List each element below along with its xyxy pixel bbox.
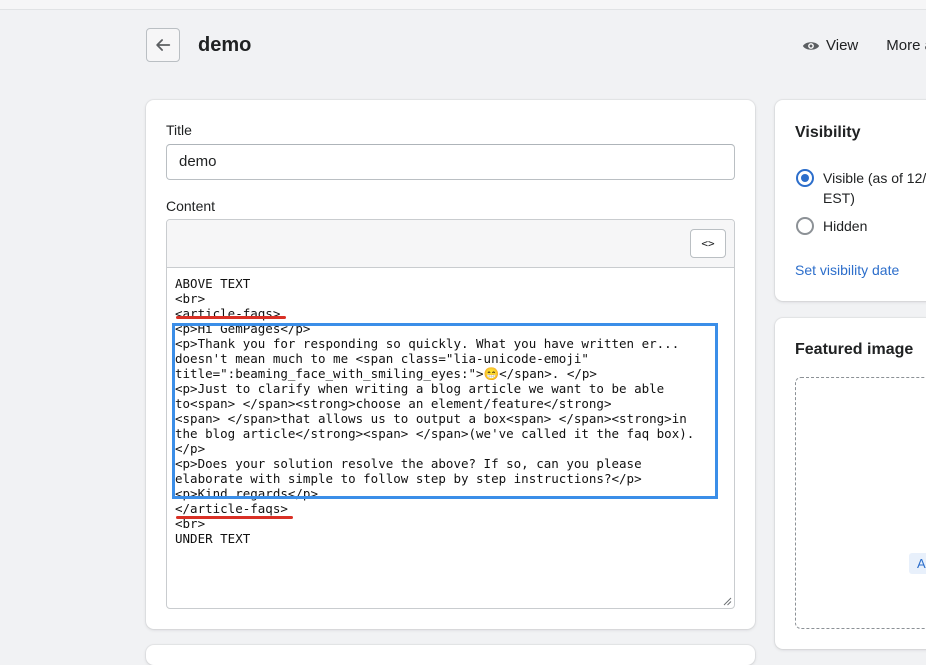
hidden-radio-label: Hidden	[823, 218, 868, 234]
editor-toolbar: <>	[167, 220, 734, 268]
page-title: demo	[198, 34, 252, 56]
title-input[interactable]: demo	[166, 144, 735, 180]
view-label: View	[826, 37, 859, 54]
hidden-radio[interactable]	[796, 217, 814, 235]
featured-image-card: Featured image Add i	[775, 318, 926, 649]
content-editor: <> ABOVE TEXT <br> <article-faqs> <p>Hi Gem…	[166, 219, 735, 609]
code-line: title=":beaming_face_with_smiling_eyes:"…	[175, 366, 597, 381]
featured-image-title: Featured image	[795, 341, 914, 358]
code-line: <p>Does your solution resolve the above?…	[175, 456, 642, 471]
code-line: <span> </span>that allows us to output a…	[175, 411, 687, 426]
visibility-title: Visibility	[795, 124, 861, 141]
code-line: <p>Kind regards</p>	[175, 486, 318, 501]
visible-radio-label-line1: Visible (as of 12/	[823, 170, 926, 186]
image-dropzone[interactable]: Add i	[795, 377, 926, 629]
code-line: <p>Hi GemPages</p>	[175, 321, 311, 336]
code-line: <p>Thank you for responding so quickly. …	[175, 336, 680, 351]
annotation-underline-open	[176, 316, 286, 319]
code-line: doesn't mean much to me <span class="lia…	[175, 351, 589, 366]
view-button[interactable]: View	[802, 37, 858, 54]
article-form-card: Title demo Content <> ABOVE TEXT <br> <art…	[146, 100, 755, 629]
eye-icon	[802, 41, 820, 50]
title-label: Title	[166, 122, 192, 138]
code-line: </article-faqs>	[175, 501, 288, 516]
back-button[interactable]	[146, 28, 180, 62]
content-label: Content	[166, 198, 216, 214]
code-line: the blog article</strong><span> </span>(…	[175, 426, 695, 441]
top-bar	[0, 0, 926, 10]
code-line: <br>	[175, 291, 206, 306]
visible-radio-label-line2: EST)	[823, 190, 855, 206]
header-actions: View More a	[802, 37, 926, 54]
code-line: </p>	[175, 441, 206, 456]
resize-handle-icon[interactable]	[723, 597, 732, 606]
code-line: to<span> </span><strong>choose an elemen…	[175, 396, 612, 411]
add-image-button[interactable]: Add i	[909, 553, 926, 574]
code-line: UNDER TEXT	[175, 531, 251, 546]
visibility-card: Visibility Visible (as of 12/ EST) Hidde…	[775, 100, 926, 301]
html-code-textarea[interactable]: ABOVE TEXT <br> <article-faqs> <p>Hi GemPag…	[175, 276, 724, 608]
arrow-left-icon	[156, 39, 171, 51]
set-visibility-date-link[interactable]: Set visibility date	[795, 262, 899, 278]
code-line: <p>Just to clarify when writing a blog a…	[175, 381, 665, 396]
code-line: ABOVE TEXT	[175, 276, 251, 291]
show-html-button[interactable]: <>	[690, 229, 726, 258]
next-card	[146, 645, 755, 665]
more-actions-button[interactable]: More a	[886, 37, 926, 54]
annotation-underline-close	[176, 516, 293, 519]
code-line: elaborate with simple to follow step by …	[175, 471, 642, 486]
visible-radio[interactable]	[796, 169, 814, 187]
